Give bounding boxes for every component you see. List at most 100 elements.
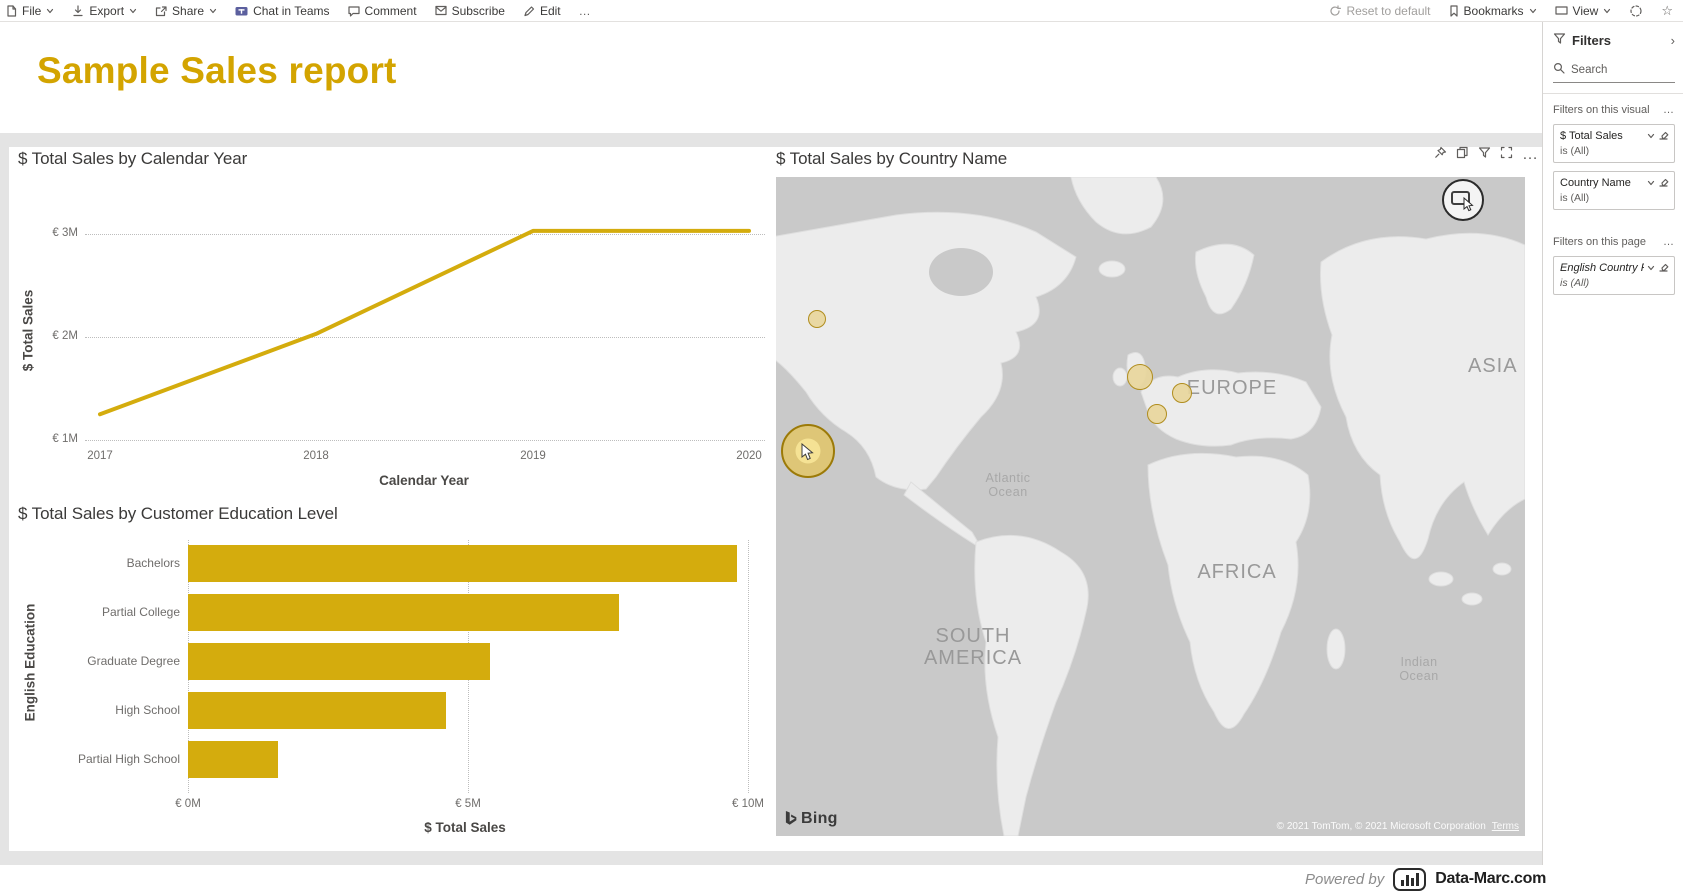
bookmarks-menu[interactable]: Bookmarks — [1449, 4, 1537, 18]
envelope-icon — [435, 5, 447, 16]
bar-label-high-school: High School — [40, 703, 180, 717]
map-bubble-germany[interactable] — [1172, 383, 1192, 403]
map-title: $ Total Sales by Country Name — [776, 149, 1007, 169]
powered-by-label: Powered by — [1305, 871, 1384, 888]
line-chart-title: $ Total Sales by Calendar Year — [18, 149, 247, 169]
clear-filter-icon[interactable] — [1658, 261, 1669, 275]
bing-label: Bing — [801, 810, 838, 828]
search-placeholder: Search — [1571, 64, 1607, 76]
export-icon — [72, 5, 84, 17]
x-tick-2017: 2017 — [75, 450, 125, 462]
map-bubble-canada[interactable] — [808, 310, 826, 328]
bar-x-tick-5m: € 5M — [443, 798, 493, 810]
terms-link[interactable]: Terms — [1492, 821, 1519, 832]
pencil-icon — [523, 5, 535, 17]
filter-card-total-sales[interactable]: $ Total Sales is (All) — [1553, 124, 1675, 163]
bing-map[interactable]: EUROPE ASIA AFRICA SOUTH AMERICA Atlanti… — [776, 177, 1525, 836]
map-bubble-united-kingdom[interactable] — [1127, 364, 1153, 390]
visual-more-options-icon[interactable]: … — [1522, 146, 1539, 164]
bar-x-tick-10m: € 10M — [720, 798, 776, 810]
section-label: Filters on this visual — [1553, 104, 1663, 116]
focus-mode-icon[interactable] — [1500, 146, 1513, 164]
bar-label-partial-college: Partial College — [40, 605, 180, 619]
chevron-down-icon — [129, 7, 137, 15]
export-menu-label: Export — [89, 4, 124, 18]
view-icon — [1555, 5, 1568, 16]
section-label: Filters on this page — [1553, 236, 1663, 248]
file-menu-label: File — [22, 4, 41, 18]
filter-condition: is (All) — [1560, 192, 1669, 204]
share-menu[interactable]: Share — [155, 4, 217, 18]
bookmarks-label: Bookmarks — [1464, 4, 1524, 18]
export-menu[interactable]: Export — [72, 4, 137, 18]
reset-to-default-label: Reset to default — [1346, 4, 1430, 18]
refresh-dashed-icon — [1629, 4, 1643, 18]
x-tick-2018: 2018 — [291, 450, 341, 462]
filter-condition: is (All) — [1560, 145, 1669, 157]
chat-in-teams-button[interactable]: Chat in Teams — [235, 4, 329, 18]
file-menu[interactable]: File — [6, 4, 54, 18]
reset-icon — [1329, 5, 1341, 17]
section-more-icon[interactable]: … — [1663, 236, 1675, 248]
toolbar-left-group: File Export Share Chat in Teams Comment — [6, 0, 592, 21]
bar-label-partial-high-school: Partial High School — [40, 752, 180, 766]
chevron-down-icon[interactable] — [1647, 132, 1655, 140]
share-icon — [155, 5, 167, 17]
bar-partial-high-school[interactable] — [188, 741, 278, 778]
bar-partial-college[interactable] — [188, 594, 619, 631]
chat-in-teams-label: Chat in Teams — [253, 4, 329, 18]
clear-filter-icon[interactable] — [1658, 176, 1669, 190]
refresh-button[interactable] — [1629, 4, 1643, 18]
data-marc-link[interactable]: Data-Marc.com — [1435, 870, 1546, 888]
filters-on-page-heading: Filters on this page … — [1543, 226, 1683, 252]
box-select-cursor-icon — [1444, 181, 1481, 218]
copy-icon[interactable] — [1456, 146, 1469, 164]
data-marc-logo-icon — [1393, 868, 1426, 891]
file-icon — [6, 5, 17, 17]
filter-funnel-icon[interactable] — [1478, 146, 1491, 164]
chevron-down-icon[interactable] — [1647, 179, 1655, 187]
gridline — [748, 540, 749, 793]
toolbar-right-group: Reset to default Bookmarks View ☆ — [1329, 0, 1673, 21]
edit-button[interactable]: Edit — [523, 4, 561, 18]
bar-chart-y-axis-title: English Education — [23, 593, 38, 733]
view-menu[interactable]: View — [1555, 4, 1612, 18]
comment-button[interactable]: Comment — [348, 4, 417, 18]
x-tick-2019: 2019 — [508, 450, 558, 462]
filter-field-name: English Country Region... — [1560, 262, 1644, 274]
subscribe-button[interactable]: Subscribe — [435, 4, 505, 18]
clear-filter-icon[interactable] — [1658, 129, 1669, 143]
reset-to-default-button[interactable]: Reset to default — [1329, 4, 1430, 18]
bar-label-bachelors: Bachelors — [40, 556, 180, 570]
powerbi-report-viewer: File Export Share Chat in Teams Comment — [0, 0, 1683, 893]
comment-icon — [348, 5, 360, 17]
map-box-zoom-control[interactable] — [1442, 179, 1484, 221]
filters-panel-header: Filters › — [1543, 22, 1683, 56]
chevron-down-icon[interactable] — [1647, 264, 1655, 272]
chevron-down-icon — [1529, 7, 1537, 15]
bing-b-icon — [784, 810, 797, 828]
mouse-cursor — [801, 443, 814, 461]
filter-condition: is (All) — [1560, 277, 1669, 289]
toolbar-more-button[interactable]: … — [579, 4, 592, 18]
sales-by-year-line[interactable] — [85, 210, 775, 455]
map-bubble-france[interactable] — [1147, 404, 1167, 424]
bar-chart-title: $ Total Sales by Customer Education Leve… — [18, 504, 338, 524]
pin-icon[interactable] — [1434, 146, 1447, 164]
bar-label-graduate-degree: Graduate Degree — [40, 654, 180, 668]
bar-graduate-degree[interactable] — [188, 643, 490, 680]
filter-card-english-country-region[interactable]: English Country Region... is (All) — [1553, 256, 1675, 295]
section-more-icon[interactable]: … — [1663, 104, 1675, 116]
bar-high-school[interactable] — [188, 692, 446, 729]
y-tick-1m: € 1M — [38, 433, 78, 445]
filter-search-input[interactable]: Search — [1553, 58, 1675, 83]
favorite-button[interactable]: ☆ — [1661, 4, 1673, 17]
filter-card-country-name[interactable]: Country Name is (All) — [1553, 171, 1675, 210]
bar-bachelors[interactable] — [188, 545, 737, 582]
share-menu-label: Share — [172, 4, 204, 18]
collapse-panel-chevron[interactable]: › — [1671, 33, 1675, 48]
footer-bar: Powered by Data-Marc.com — [0, 865, 1683, 893]
comment-label: Comment — [365, 4, 417, 18]
filter-field-name: $ Total Sales — [1560, 130, 1644, 142]
x-tick-2020: 2020 — [724, 450, 774, 462]
